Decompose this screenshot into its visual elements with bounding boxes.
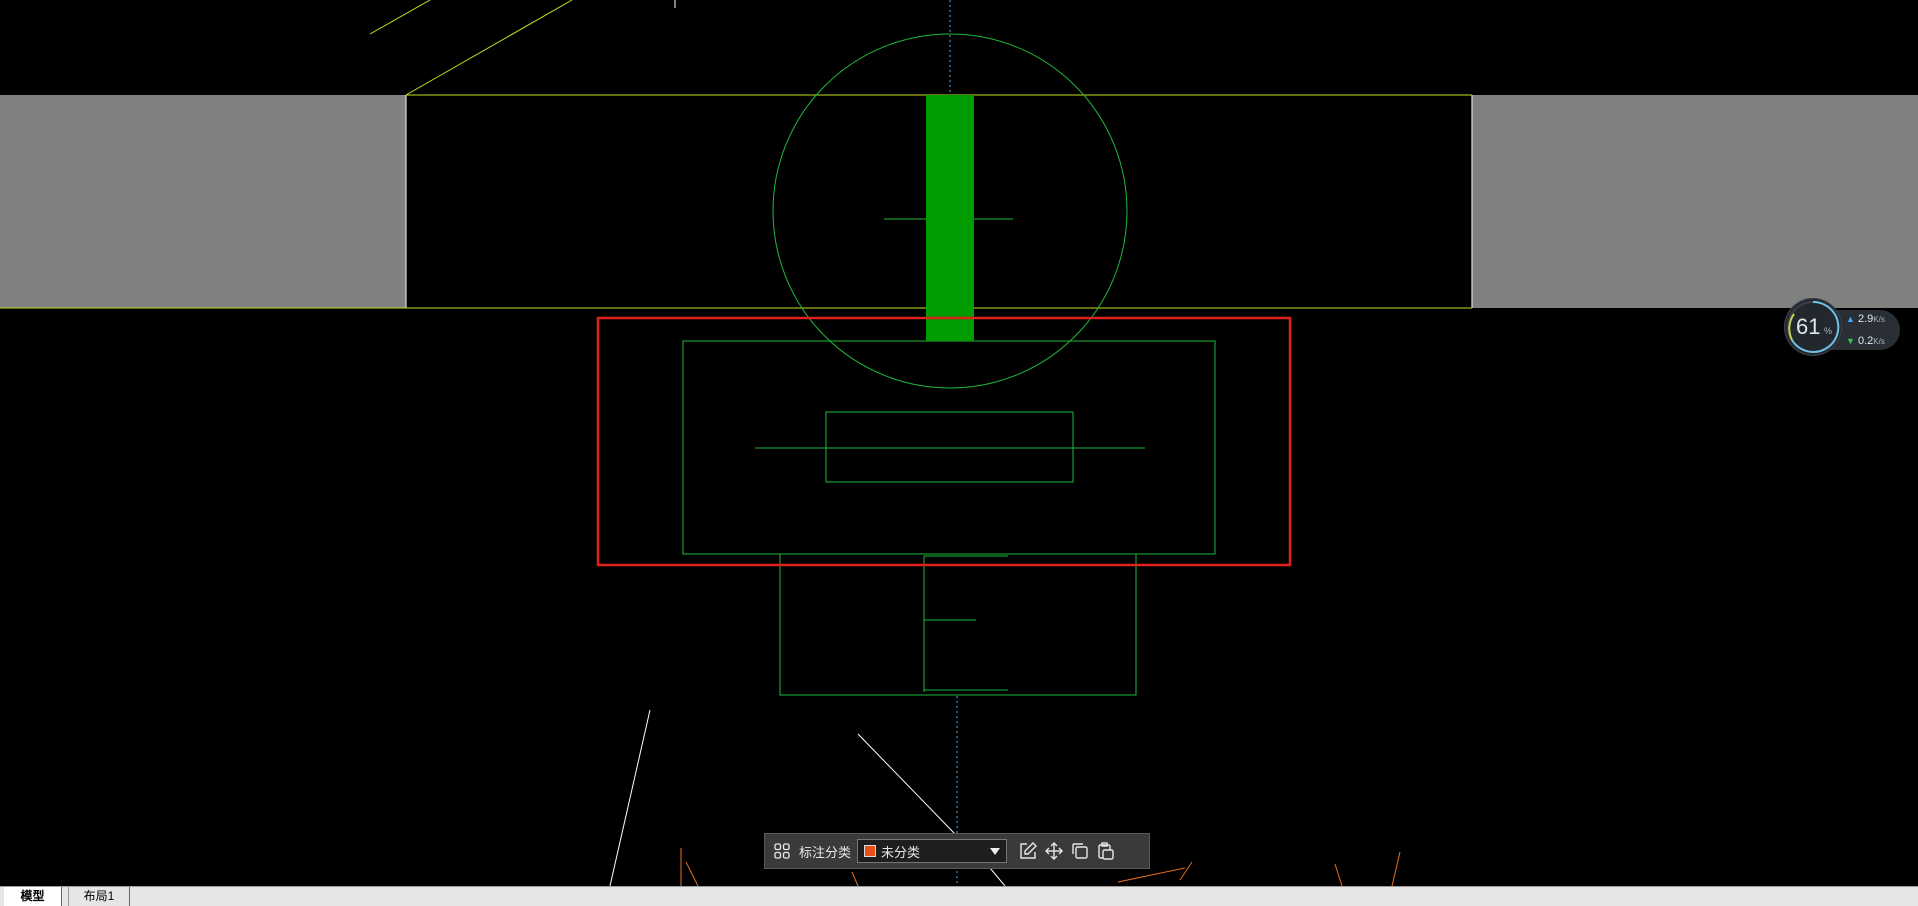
diagonal-line-1	[369, 0, 431, 35]
copy-icon[interactable]	[1067, 838, 1093, 864]
gray-block-left	[0, 95, 406, 308]
download-arrow-icon: ▼	[1846, 336, 1855, 346]
layout-tab-bar: 模型 布局1	[0, 886, 1918, 906]
upload-arrow-icon: ▲	[1846, 314, 1855, 324]
annotation-category-select[interactable]: 未分类	[857, 839, 1008, 863]
annotation-category-label: 标注分类	[799, 844, 852, 860]
white-diagonal-center-2	[989, 867, 1006, 886]
orange-line-2	[685, 861, 699, 886]
white-diagonal-center	[857, 733, 956, 835]
upload-speed-unit: K/s	[1873, 315, 1885, 324]
tab-layout1[interactable]: 布局1	[68, 887, 130, 906]
download-speed-row: ▼ 0.2K/s	[1846, 335, 1885, 347]
diagonal-line-2	[405, 0, 573, 96]
paste-icon[interactable]	[1093, 838, 1119, 864]
chevron-down-icon	[990, 848, 1001, 855]
gray-block-right	[1472, 95, 1918, 308]
orange-line-7	[1391, 851, 1401, 886]
green-column-fill	[926, 95, 974, 341]
footing-inner-rect	[825, 411, 1074, 483]
download-speed-value: 0.2	[1858, 335, 1874, 347]
orange-line-4	[1117, 867, 1186, 883]
upload-speed-value: 2.9	[1858, 313, 1874, 325]
orange-line-5	[1179, 861, 1193, 881]
move-icon[interactable]	[1041, 838, 1067, 864]
orange-line-3	[851, 871, 859, 886]
download-speed-unit: K/s	[1873, 337, 1885, 346]
usage-percent: 61	[1796, 314, 1821, 339]
pedestal-rect	[779, 553, 1137, 696]
usage-percent-unit: %	[1824, 326, 1833, 336]
white-diagonal-left	[609, 709, 651, 886]
category-color-swatch	[864, 845, 877, 857]
layout-grid-icon[interactable]	[769, 838, 795, 864]
highlight-box[interactable]	[596, 316, 1292, 567]
upload-speed-row: ▲ 2.9K/s	[1846, 313, 1885, 325]
cad-drawing-canvas[interactable]	[0, 0, 1918, 886]
annotation-toolbar: 标注分类 未分类	[764, 833, 1150, 869]
category-selected-value: 未分类	[881, 844, 921, 860]
orange-line-6	[1334, 863, 1343, 886]
tab-model[interactable]: 模型	[4, 887, 62, 906]
cpu-usage-ring: 61 %	[1784, 298, 1842, 356]
edit-icon[interactable]	[1015, 838, 1041, 864]
network-monitor-widget[interactable]: 61 % ▲ 2.9K/s ▼ 0.2K/s	[1784, 298, 1904, 360]
